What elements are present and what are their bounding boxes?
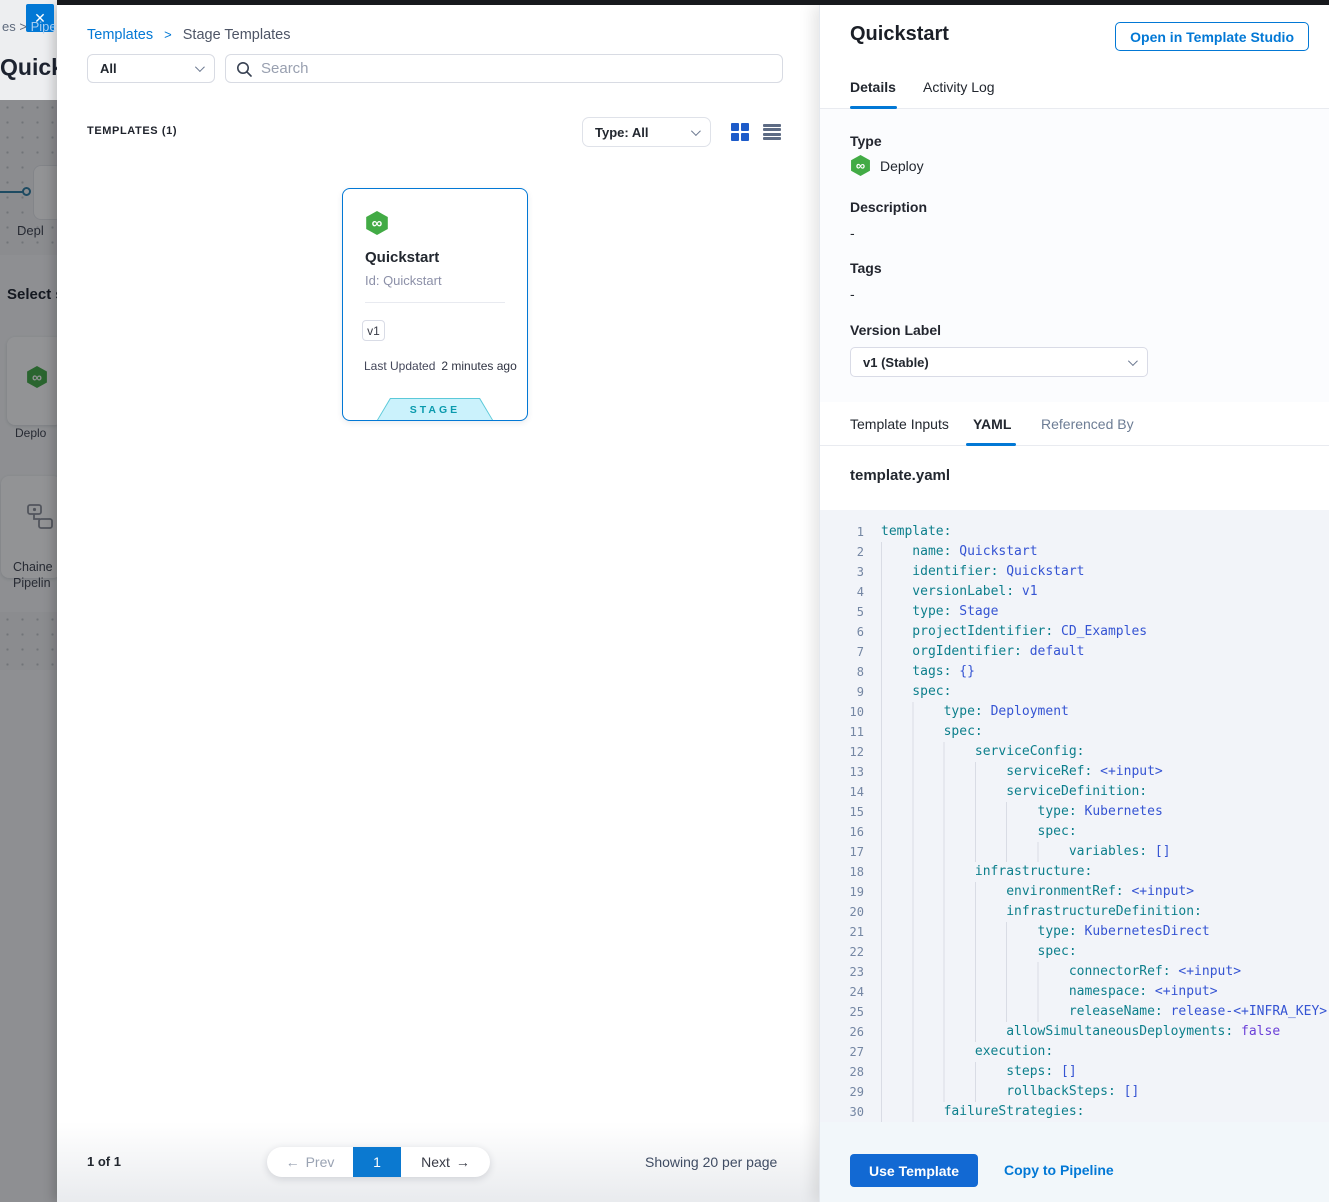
version-chip: v1 <box>362 320 385 341</box>
yaml-line: 15type: Kubernetes <box>834 802 1329 822</box>
yaml-line: 30failureStrategies: <box>834 1102 1329 1122</box>
templates-drawer: Templates > Stage Templates All TEMPLATE… <box>57 5 819 1202</box>
pagination: ← Prev 1 Next → <box>267 1147 490 1177</box>
file-row: template.yaml <box>820 446 1329 510</box>
yaml-line: 12serviceConfig: <box>834 742 1329 762</box>
yaml-line: 20infrastructureDefinition: <box>834 902 1329 922</box>
search-box <box>225 54 783 83</box>
deploy-hexagon-icon: ∞ <box>365 211 389 235</box>
breadcrumb: Templates > Stage Templates <box>87 27 291 43</box>
description-label: Description <box>850 199 927 215</box>
deploy-hexagon-icon: ∞ <box>850 155 871 176</box>
open-template-studio-button[interactable]: Open in Template Studio <box>1115 22 1309 51</box>
tags-label: Tags <box>850 260 882 276</box>
background-page-title: Quicks <box>0 54 57 81</box>
yaml-line: 2name: Quickstart <box>834 542 1329 562</box>
top-dark-bar <box>57 0 1329 5</box>
version-select[interactable]: v1 (Stable) <box>850 347 1148 377</box>
background-breadcrumb: es > Pipe <box>2 19 57 34</box>
details-tabs: Details Activity Log <box>820 66 1329 109</box>
background-page: Depl Select s ∞ Deplo Chaine Pipelin es … <box>0 0 57 1202</box>
tab-referenced-by[interactable]: Referenced By <box>1041 402 1134 445</box>
type-label: Type <box>850 133 882 149</box>
yaml-line: 1template: <box>834 522 1329 542</box>
scope-filter-value: All <box>100 61 195 76</box>
panel-title: Quickstart <box>850 23 949 46</box>
yaml-line: 14serviceDefinition: <box>834 782 1329 802</box>
list-view-icon[interactable] <box>763 123 781 141</box>
panel-footer: Use Template Copy to Pipeline <box>820 1122 1329 1202</box>
yaml-line: 28steps: [] <box>834 1062 1329 1082</box>
template-details-panel: Quickstart Open in Template Studio Detai… <box>819 5 1329 1202</box>
app-root: Depl Select s ∞ Deplo Chaine Pipelin es … <box>0 0 1329 1202</box>
prev-page-button[interactable]: ← Prev <box>267 1147 353 1177</box>
yaml-line: 5type: Stage <box>834 602 1329 622</box>
yaml-line: 19environmentRef: <+input> <box>834 882 1329 902</box>
version-select-value: v1 (Stable) <box>863 355 1128 370</box>
modal-overlay <box>0 100 57 1202</box>
yaml-line: 4versionLabel: v1 <box>834 582 1329 602</box>
yaml-line: 26allowSimultaneousDeployments: false <box>834 1022 1329 1042</box>
file-name: template.yaml <box>850 467 950 484</box>
type-value-row: ∞ Deploy <box>850 155 924 176</box>
chevron-down-icon <box>1128 356 1138 366</box>
yaml-line: 10type: Deployment <box>834 702 1329 722</box>
divider <box>365 302 505 303</box>
details-section: Type ∞ Deploy Description - Tags - Versi… <box>820 109 1329 402</box>
yaml-line: 23connectorRef: <+input> <box>834 962 1329 982</box>
yaml-line: 9spec: <box>834 682 1329 702</box>
breadcrumb-templates-link[interactable]: Templates <box>87 27 153 43</box>
template-card-title: Quickstart <box>365 249 439 266</box>
type-filter-value: Type: All <box>595 125 691 140</box>
yaml-line: 16spec: <box>834 822 1329 842</box>
scope-filter-select[interactable]: All <box>87 54 215 83</box>
yaml-line: 22spec: <box>834 942 1329 962</box>
yaml-line: 21type: KubernetesDirect <box>834 922 1329 942</box>
yaml-line: 17variables: [] <box>834 842 1329 862</box>
chevron-down-icon <box>195 62 205 72</box>
arrow-left-icon: ← <box>286 1154 300 1170</box>
description-value: - <box>850 225 855 241</box>
breadcrumb-current: Stage Templates <box>183 27 291 43</box>
yaml-line: 25releaseName: release-<+INFRA_KEY> <box>834 1002 1329 1022</box>
yaml-editor[interactable]: 1template:2name: Quickstart3identifier: … <box>820 510 1329 1122</box>
yaml-line: 11spec: <box>834 722 1329 742</box>
yaml-line: 8tags: {} <box>834 662 1329 682</box>
template-card-id: Id: Quickstart <box>365 273 442 288</box>
version-label: Version Label <box>850 322 941 338</box>
type-filter-select[interactable]: Type: All <box>582 117 711 147</box>
copy-to-pipeline-link[interactable]: Copy to Pipeline <box>1004 1162 1114 1178</box>
yaml-line: 29rollbackSteps: [] <box>834 1082 1329 1102</box>
yaml-line: 18infrastructure: <box>834 862 1329 882</box>
page-summary: 1 of 1 <box>87 1154 121 1169</box>
last-updated: Last Updated2 minutes ago <box>364 359 517 373</box>
type-value: Deploy <box>880 158 924 174</box>
tab-yaml[interactable]: YAML <box>973 402 1011 445</box>
search-input[interactable] <box>261 60 772 77</box>
tab-details[interactable]: Details <box>850 66 896 108</box>
yaml-line: 24namespace: <+input> <box>834 982 1329 1002</box>
breadcrumb-separator-icon: > <box>164 27 172 42</box>
grid-view-icon[interactable] <box>731 123 749 141</box>
tab-activity-log[interactable]: Activity Log <box>923 66 995 108</box>
yaml-tabs: Template Inputs YAML Referenced By <box>820 402 1329 446</box>
template-card[interactable]: ∞ Quickstart Id: Quickstart v1 Last Upda… <box>342 188 528 421</box>
yaml-line: 13serviceRef: <+input> <box>834 762 1329 782</box>
use-template-button[interactable]: Use Template <box>850 1154 978 1187</box>
tags-value: - <box>850 286 855 302</box>
tab-template-inputs[interactable]: Template Inputs <box>850 402 949 445</box>
yaml-line: 7orgIdentifier: default <box>834 642 1329 662</box>
next-page-button[interactable]: Next → <box>401 1147 490 1177</box>
background-breadcrumb-link: Pipe <box>31 19 57 34</box>
yaml-line: 6projectIdentifier: CD_Examples <box>834 622 1329 642</box>
chevron-down-icon <box>691 126 701 136</box>
page-1-button[interactable]: 1 <box>353 1147 401 1177</box>
search-icon <box>236 61 252 77</box>
yaml-line: 27execution: <box>834 1042 1329 1062</box>
templates-count-header: TEMPLATES (1) <box>87 125 177 137</box>
stage-badge: STAGE <box>377 398 493 420</box>
yaml-line: 3identifier: Quickstart <box>834 562 1329 582</box>
arrow-right-icon: → <box>456 1154 470 1170</box>
showing-per-page: Showing 20 per page <box>645 1154 777 1170</box>
